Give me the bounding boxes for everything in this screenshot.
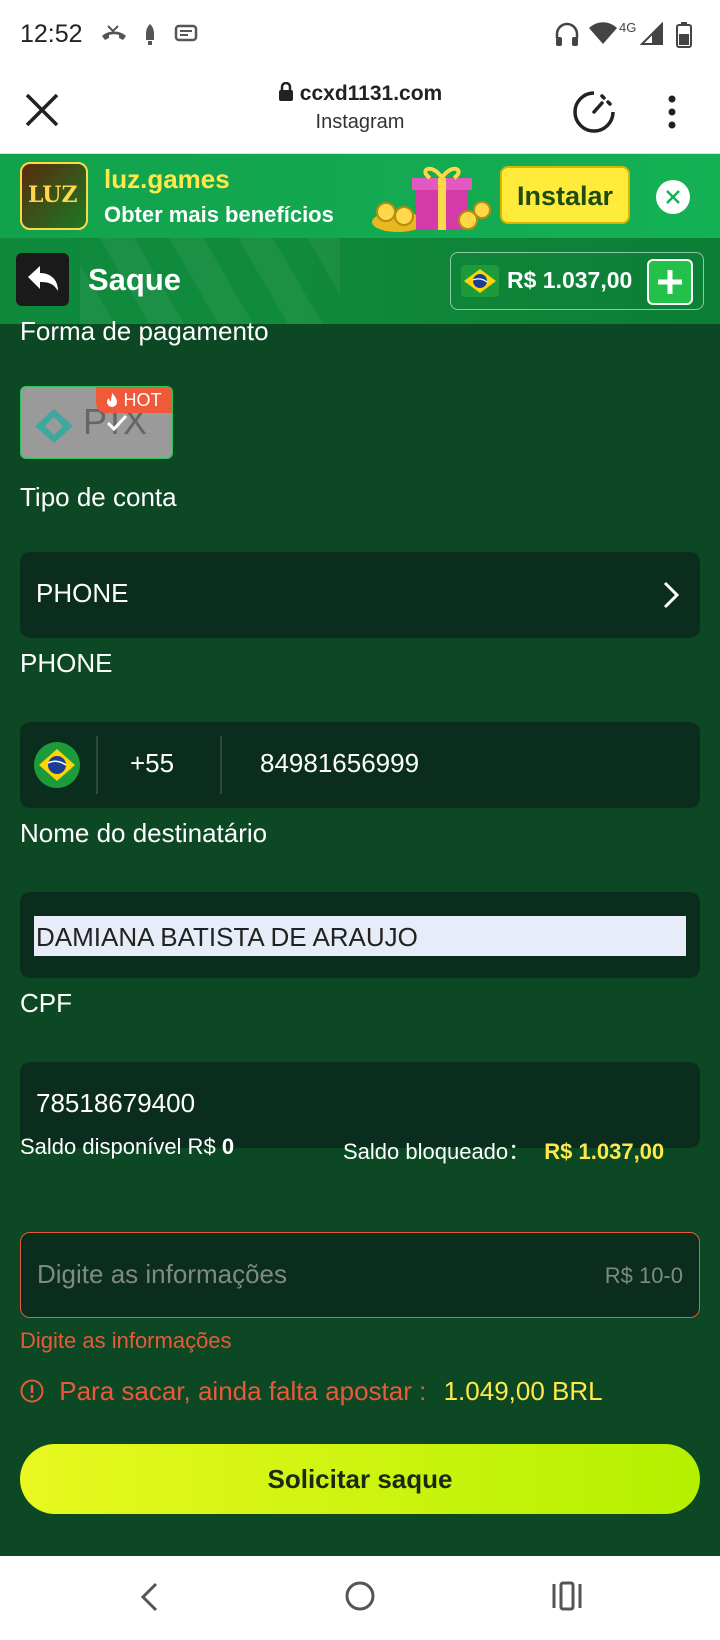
speed-mode-icon[interactable] — [572, 90, 616, 134]
account-type-value: PHONE — [36, 578, 129, 608]
cpf-label: CPF — [20, 988, 72, 1018]
deposit-button[interactable] — [647, 259, 693, 305]
amount-range: R$ 10-0 — [604, 1263, 683, 1288]
payment-method-label: Forma de pagamento — [20, 316, 269, 346]
available-balance-label: Saldo disponível R$ — [20, 1134, 216, 1159]
notification-icon — [146, 24, 154, 45]
country-code[interactable]: +55 — [130, 748, 174, 779]
recipient-name-label: Nome do destinatário — [20, 818, 268, 848]
withdraw-amount-input[interactable]: Digite as informações R$ 10-0 — [20, 1232, 700, 1318]
status-bar: 12:52 4G — [0, 0, 720, 68]
banner-subtitle: Obter mais benefícios — [104, 202, 334, 227]
address-bar[interactable]: ccxd1131.com Instagram — [200, 81, 520, 134]
nav-back-icon[interactable] — [138, 1580, 162, 1614]
cpf-value[interactable]: 78518679400 — [36, 1088, 195, 1119]
request-withdraw-button[interactable]: Solicitar saque — [20, 1444, 700, 1514]
status-time: 12:52 — [20, 20, 83, 48]
cell-signal-icon — [640, 22, 663, 45]
battery-icon — [676, 22, 692, 48]
available-balance-value: 0 — [221, 1134, 235, 1159]
wifi-icon — [589, 22, 617, 44]
app-logo-text: LUZ — [28, 182, 78, 208]
browser-toolbar: ccxd1131.com Instagram — [0, 68, 720, 154]
pix-payment-option[interactable]: PIX HOT — [20, 386, 173, 459]
flame-icon — [107, 393, 118, 407]
nav-recents-icon[interactable] — [552, 1580, 582, 1612]
missed-call-icon — [102, 25, 126, 40]
account-type-label: Tipo de conta — [20, 482, 177, 512]
balance-widget[interactable]: R$ 1.037,00 — [450, 252, 704, 310]
blocked-balance-value: R$ 1.037,00 — [544, 1139, 665, 1164]
available-balance: Saldo disponível R$ 0 — [20, 1134, 234, 1160]
withdraw-form: Forma de pagamento PIX HOT Tipo de conta… — [0, 316, 720, 1556]
close-icon[interactable] — [22, 90, 62, 130]
wager-remaining-value: 1.049,00 BRL — [443, 1376, 603, 1406]
page-title: Saque — [88, 262, 182, 297]
more-options-icon[interactable] — [666, 92, 678, 132]
lock-icon — [278, 81, 293, 101]
app-header: Saque R$ 1.037,00 — [0, 238, 720, 324]
checkmark-icon — [106, 414, 128, 432]
brazil-flag-icon — [461, 265, 499, 297]
chevron-right-icon — [663, 581, 680, 609]
source-app-label: Instagram — [315, 111, 405, 133]
url-text: ccxd1131.com — [299, 82, 443, 105]
network-type-label: 4G — [619, 20, 637, 35]
selected-text-highlight: DAMIANA BATISTA DE ARAUJO — [34, 916, 686, 956]
wager-warning: Para sacar, ainda falta apostar : 1.049,… — [20, 1376, 603, 1407]
gift-chest-icon — [372, 166, 491, 232]
headset-icon — [555, 22, 579, 46]
plus-icon — [658, 270, 682, 294]
amount-placeholder: Digite as informações — [37, 1259, 287, 1289]
back-button[interactable] — [16, 253, 69, 306]
hot-badge: HOT — [96, 387, 172, 413]
blocked-balance: Saldo bloqueado： R$ 1.037,00 — [343, 1134, 664, 1166]
account-type-select[interactable]: PHONE — [20, 552, 700, 638]
banner-title: luz.games — [104, 164, 230, 194]
system-nav-bar — [0, 1556, 720, 1640]
pix-logo-icon — [35, 409, 73, 443]
recipient-name-field[interactable]: DAMIANA BATISTA DE ARAUJO — [20, 892, 700, 978]
alert-circle-icon — [20, 1379, 44, 1403]
wager-warning-text: Para sacar, ainda falta apostar : — [59, 1376, 427, 1406]
install-button[interactable]: Instalar — [500, 166, 630, 224]
blocked-balance-label: Saldo bloqueado： — [343, 1139, 531, 1164]
banner-close-button[interactable] — [656, 180, 690, 214]
install-banner: LUZ luz.games Obter mais benefícios Inst… — [0, 154, 720, 238]
back-arrow-icon — [28, 266, 58, 291]
phone-number-input[interactable]: 84981656999 — [260, 748, 419, 779]
hot-badge-text: HOT — [123, 390, 162, 410]
balance-amount: R$ 1.037,00 — [507, 267, 633, 293]
recipient-name-value[interactable]: DAMIANA BATISTA DE ARAUJO — [36, 922, 418, 953]
brazil-flag-icon — [34, 742, 80, 788]
amount-error-message: Digite as informações — [20, 1328, 232, 1353]
phone-field[interactable]: +55 84981656999 — [20, 722, 700, 808]
close-icon — [666, 190, 680, 204]
app-logo: LUZ — [20, 162, 88, 230]
nav-home-icon[interactable] — [344, 1580, 376, 1612]
phone-label: PHONE — [20, 648, 113, 678]
message-icon — [174, 24, 198, 42]
